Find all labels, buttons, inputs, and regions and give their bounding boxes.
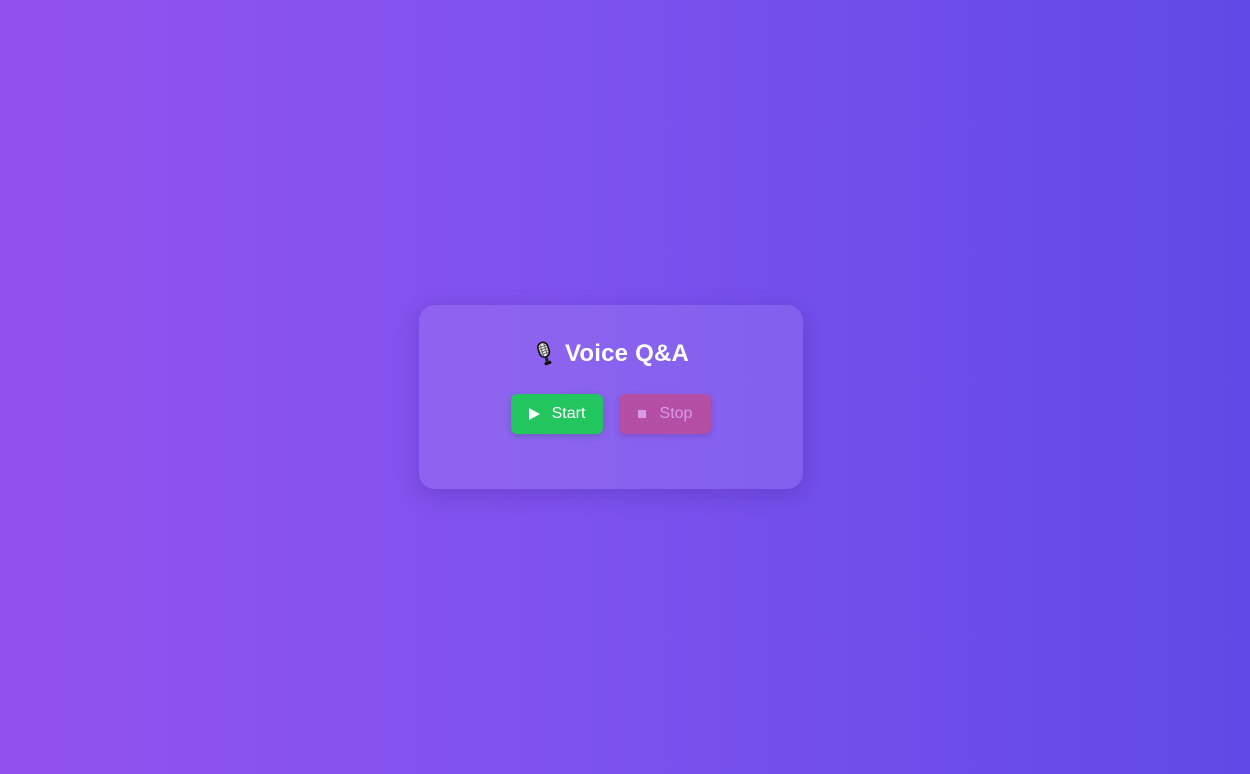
play-icon (528, 408, 540, 420)
control-buttons: Start Stop (511, 394, 711, 434)
stop-button-label: Stop (659, 405, 693, 422)
microphone-icon (533, 339, 557, 369)
voice-qa-card: Voice Q&A Start Stop (419, 305, 803, 489)
start-button[interactable]: Start (511, 394, 603, 434)
stop-icon (637, 410, 646, 418)
page-title-text: Voice Q&A (564, 340, 690, 367)
stop-button[interactable]: Stop (619, 394, 711, 434)
page-title: Voice Q&A (533, 339, 689, 369)
start-button-label: Start (551, 405, 586, 422)
